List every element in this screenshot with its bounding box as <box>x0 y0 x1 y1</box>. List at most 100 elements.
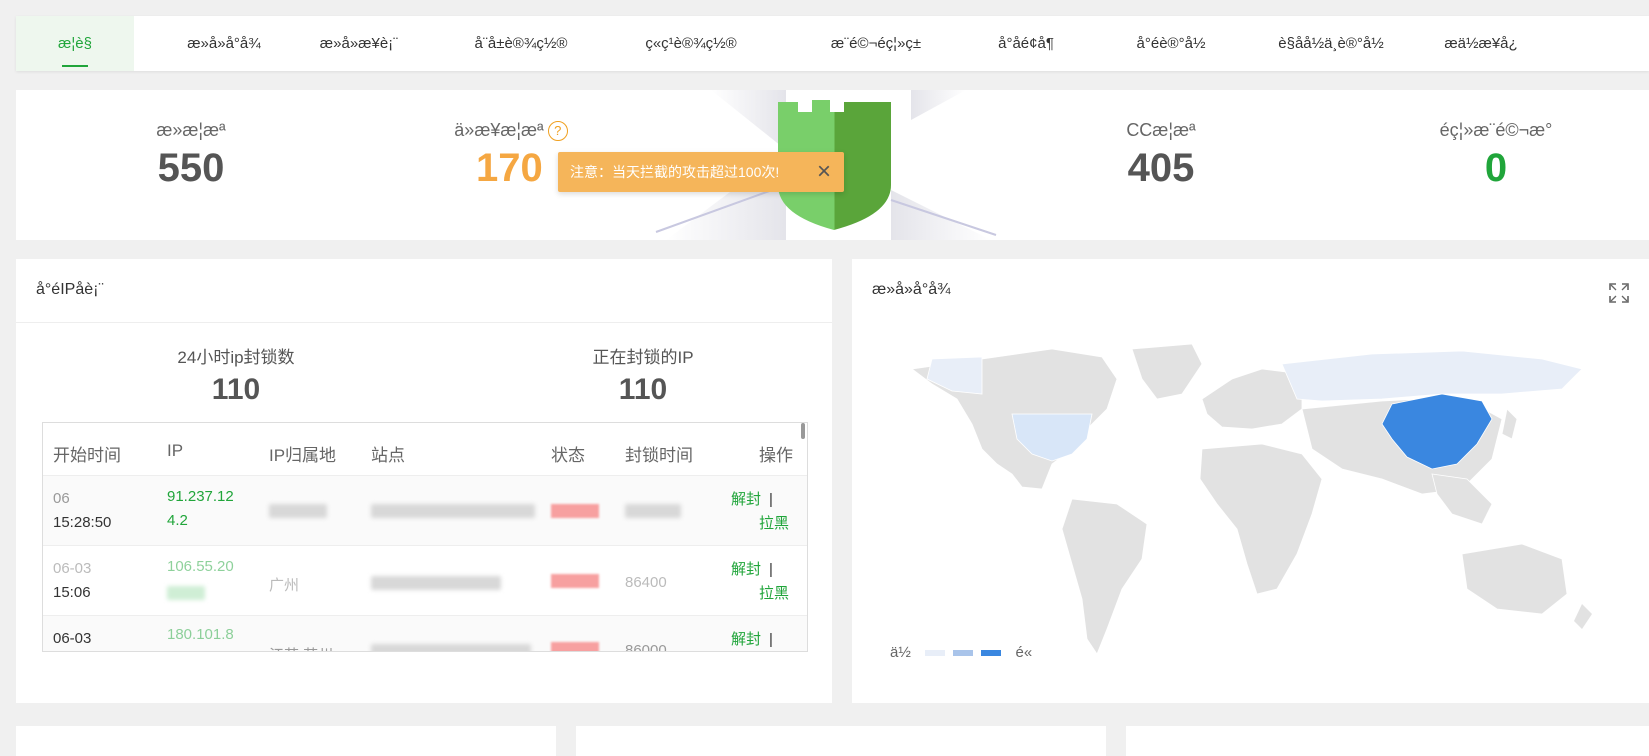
unblock-link[interactable]: 解封 <box>731 491 761 508</box>
tab-attack-report[interactable]: æ»å»æ¥è¡¨ <box>284 16 434 71</box>
column-header: 开始时间 <box>53 446 121 465</box>
ip-location: 广州 <box>269 577 300 594</box>
block-duration: 86000 <box>625 642 667 652</box>
ip-address-redacted <box>167 586 205 600</box>
start-time: 06-03 <box>53 560 92 577</box>
cc-blocks-label: CCæ¦æª <box>1126 120 1196 140</box>
australia <box>1461 543 1568 615</box>
legend-low-label: ä½ <box>890 644 911 661</box>
site-redacted <box>371 504 535 518</box>
blacklist-link[interactable]: 拉黑 <box>759 512 789 533</box>
start-time: 06-03 <box>53 630 92 647</box>
blocked-24h-label: 24小时ip封锁数 <box>177 348 295 367</box>
blacklist-link[interactable]: 拉黑 <box>759 582 789 603</box>
tab-overview[interactable]: æ¦è§ <box>16 16 134 71</box>
ip-location-redacted <box>269 504 327 518</box>
site-redacted <box>371 576 501 590</box>
south-america <box>1061 498 1148 655</box>
new-zealand <box>1574 604 1592 629</box>
legend-swatch <box>925 650 946 657</box>
tab-trojan-quarantine[interactable]: æ¨é©¬éç¦»ç± <box>786 16 966 71</box>
unblock-link[interactable]: 解封 <box>731 631 761 648</box>
cc-blocks-value: 405 <box>1127 146 1195 190</box>
unblock-link[interactable]: 解封 <box>731 561 761 578</box>
column-header: 操作 <box>759 446 793 465</box>
action-separator: | <box>769 491 773 508</box>
tab-site-settings[interactable]: ç«ç¹è®¾ç½® <box>606 16 776 71</box>
column-header: IP <box>167 441 184 460</box>
bottom-card <box>1126 726 1649 756</box>
trojan-quarantine-value: 0 <box>1484 146 1508 190</box>
southeast-asia <box>1431 473 1493 525</box>
row-actions: 解封 | <box>731 488 773 509</box>
table-row: 06-03 15:06 106.55.20 广州 86400 解封 | 拉黑 <box>43 545 807 616</box>
column-header: IP归属地 <box>269 446 337 465</box>
expand-icon[interactable] <box>1609 283 1629 303</box>
action-separator: | <box>769 631 773 648</box>
tab-label: æ¦è§ <box>58 35 92 52</box>
table-scrollbar[interactable] <box>801 423 805 439</box>
tooltip-text: 注意：当天拦截的攻击超过100次! <box>570 164 780 180</box>
start-time: 06 <box>53 490 70 507</box>
active-tab-underline <box>62 65 88 67</box>
europe <box>1201 368 1303 430</box>
ip-address: 180.101.8 <box>167 626 234 643</box>
action-separator: | <box>769 561 773 578</box>
help-icon[interactable]: ? <box>547 121 568 142</box>
column-header: 封锁时间 <box>625 446 693 465</box>
column-header: 站点 <box>371 446 405 465</box>
world-map[interactable] <box>902 339 1602 659</box>
card-title: å°éIPåè¡¨ <box>36 281 104 298</box>
bottom-card <box>576 726 1106 756</box>
row-actions: 解封 | <box>731 558 773 579</box>
block-duration-redacted <box>625 504 681 518</box>
tab-operation-log[interactable]: æä½æ¥å¿ <box>1416 16 1546 71</box>
tab-region-limit[interactable]: å°åé¢å¶ <box>956 16 1096 71</box>
status-badge <box>551 504 599 518</box>
start-time: 15:28:50 <box>53 514 112 531</box>
africa <box>1199 443 1323 595</box>
blocking-now-value: 110 <box>618 373 668 406</box>
site-redacted <box>371 644 531 651</box>
alaska-region <box>926 356 983 395</box>
ip-location: 江苏 苏州 <box>269 644 333 651</box>
status-badge <box>551 574 599 588</box>
tab-rule-hit-log[interactable]: è§åå½ä¸è®°å½ <box>1246 16 1416 71</box>
greenland <box>1131 343 1203 400</box>
row-actions: 解封 | <box>731 628 773 649</box>
status-badge <box>551 642 599 651</box>
ip-address: 4.2 <box>167 512 188 529</box>
map-legend: ä½ é« <box>890 644 1032 661</box>
block-duration: 86400 <box>625 574 667 591</box>
today-blocks-label: ä»æ¥æ¦æª? <box>421 120 601 142</box>
attack-map-card: æ»å»å°å¾ ä½ é« <box>852 259 1649 703</box>
ip-address: 106.55.20 <box>167 558 234 575</box>
blocking-now-label: 正在封锁的IP <box>592 348 694 367</box>
total-blocks-value: 550 <box>157 146 225 190</box>
start-time: 15:06 <box>53 584 91 601</box>
table-row: 06 15:28:50 91.237.12 4.2 解封 | 拉黑 <box>43 475 807 546</box>
legend-swatch <box>953 650 974 657</box>
trojan-quarantine-label: éç¦»æ¨é©¬æ° <box>1439 120 1553 140</box>
russia-region <box>1281 350 1583 402</box>
today-blocks-label-text: ä»æ¥æ¦æª <box>454 120 544 140</box>
legend-swatch <box>981 650 1002 657</box>
tab-global-settings[interactable]: å¨å±è®¾ç½® <box>436 16 606 71</box>
table-row: 06-03 180.101.8 江苏 苏州 86000 解封 | <box>43 615 807 652</box>
blocked-ip-table: 开始时间 IP IP归属地 站点 状态 封锁时间 操作 06 15:28:50 … <box>42 422 808 652</box>
warning-tooltip: 注意：当天拦截的攻击超过100次! × <box>558 152 844 192</box>
close-icon[interactable]: × <box>804 152 844 192</box>
card-header: æ»å»å°å¾ <box>852 259 1649 322</box>
total-blocks-label: æ»æ¦æª <box>156 120 226 140</box>
card-title: æ»å»å°å¾ <box>872 281 951 298</box>
bottom-card <box>16 726 556 756</box>
japan <box>1501 408 1518 440</box>
blocked-24h-value: 110 <box>211 373 261 406</box>
legend-high-label: é« <box>1015 644 1033 661</box>
card-header: å°éIPåè¡¨ <box>16 259 832 323</box>
blocked-ip-card: å°éIPåè¡¨ 24小时ip封锁数 110 正在封锁的IP 110 开始时间… <box>16 259 832 703</box>
tab-attack-map[interactable]: æ»å»å°å¾ <box>149 16 299 71</box>
tab-bar: æ¦è§ æ»å»å°å¾ æ»å»æ¥è¡¨ å¨å±è®¾ç½® ç«ç¹è… <box>16 16 1649 71</box>
column-header: 状态 <box>551 446 585 465</box>
tab-block-log[interactable]: å°éè®°å½ <box>1096 16 1246 71</box>
